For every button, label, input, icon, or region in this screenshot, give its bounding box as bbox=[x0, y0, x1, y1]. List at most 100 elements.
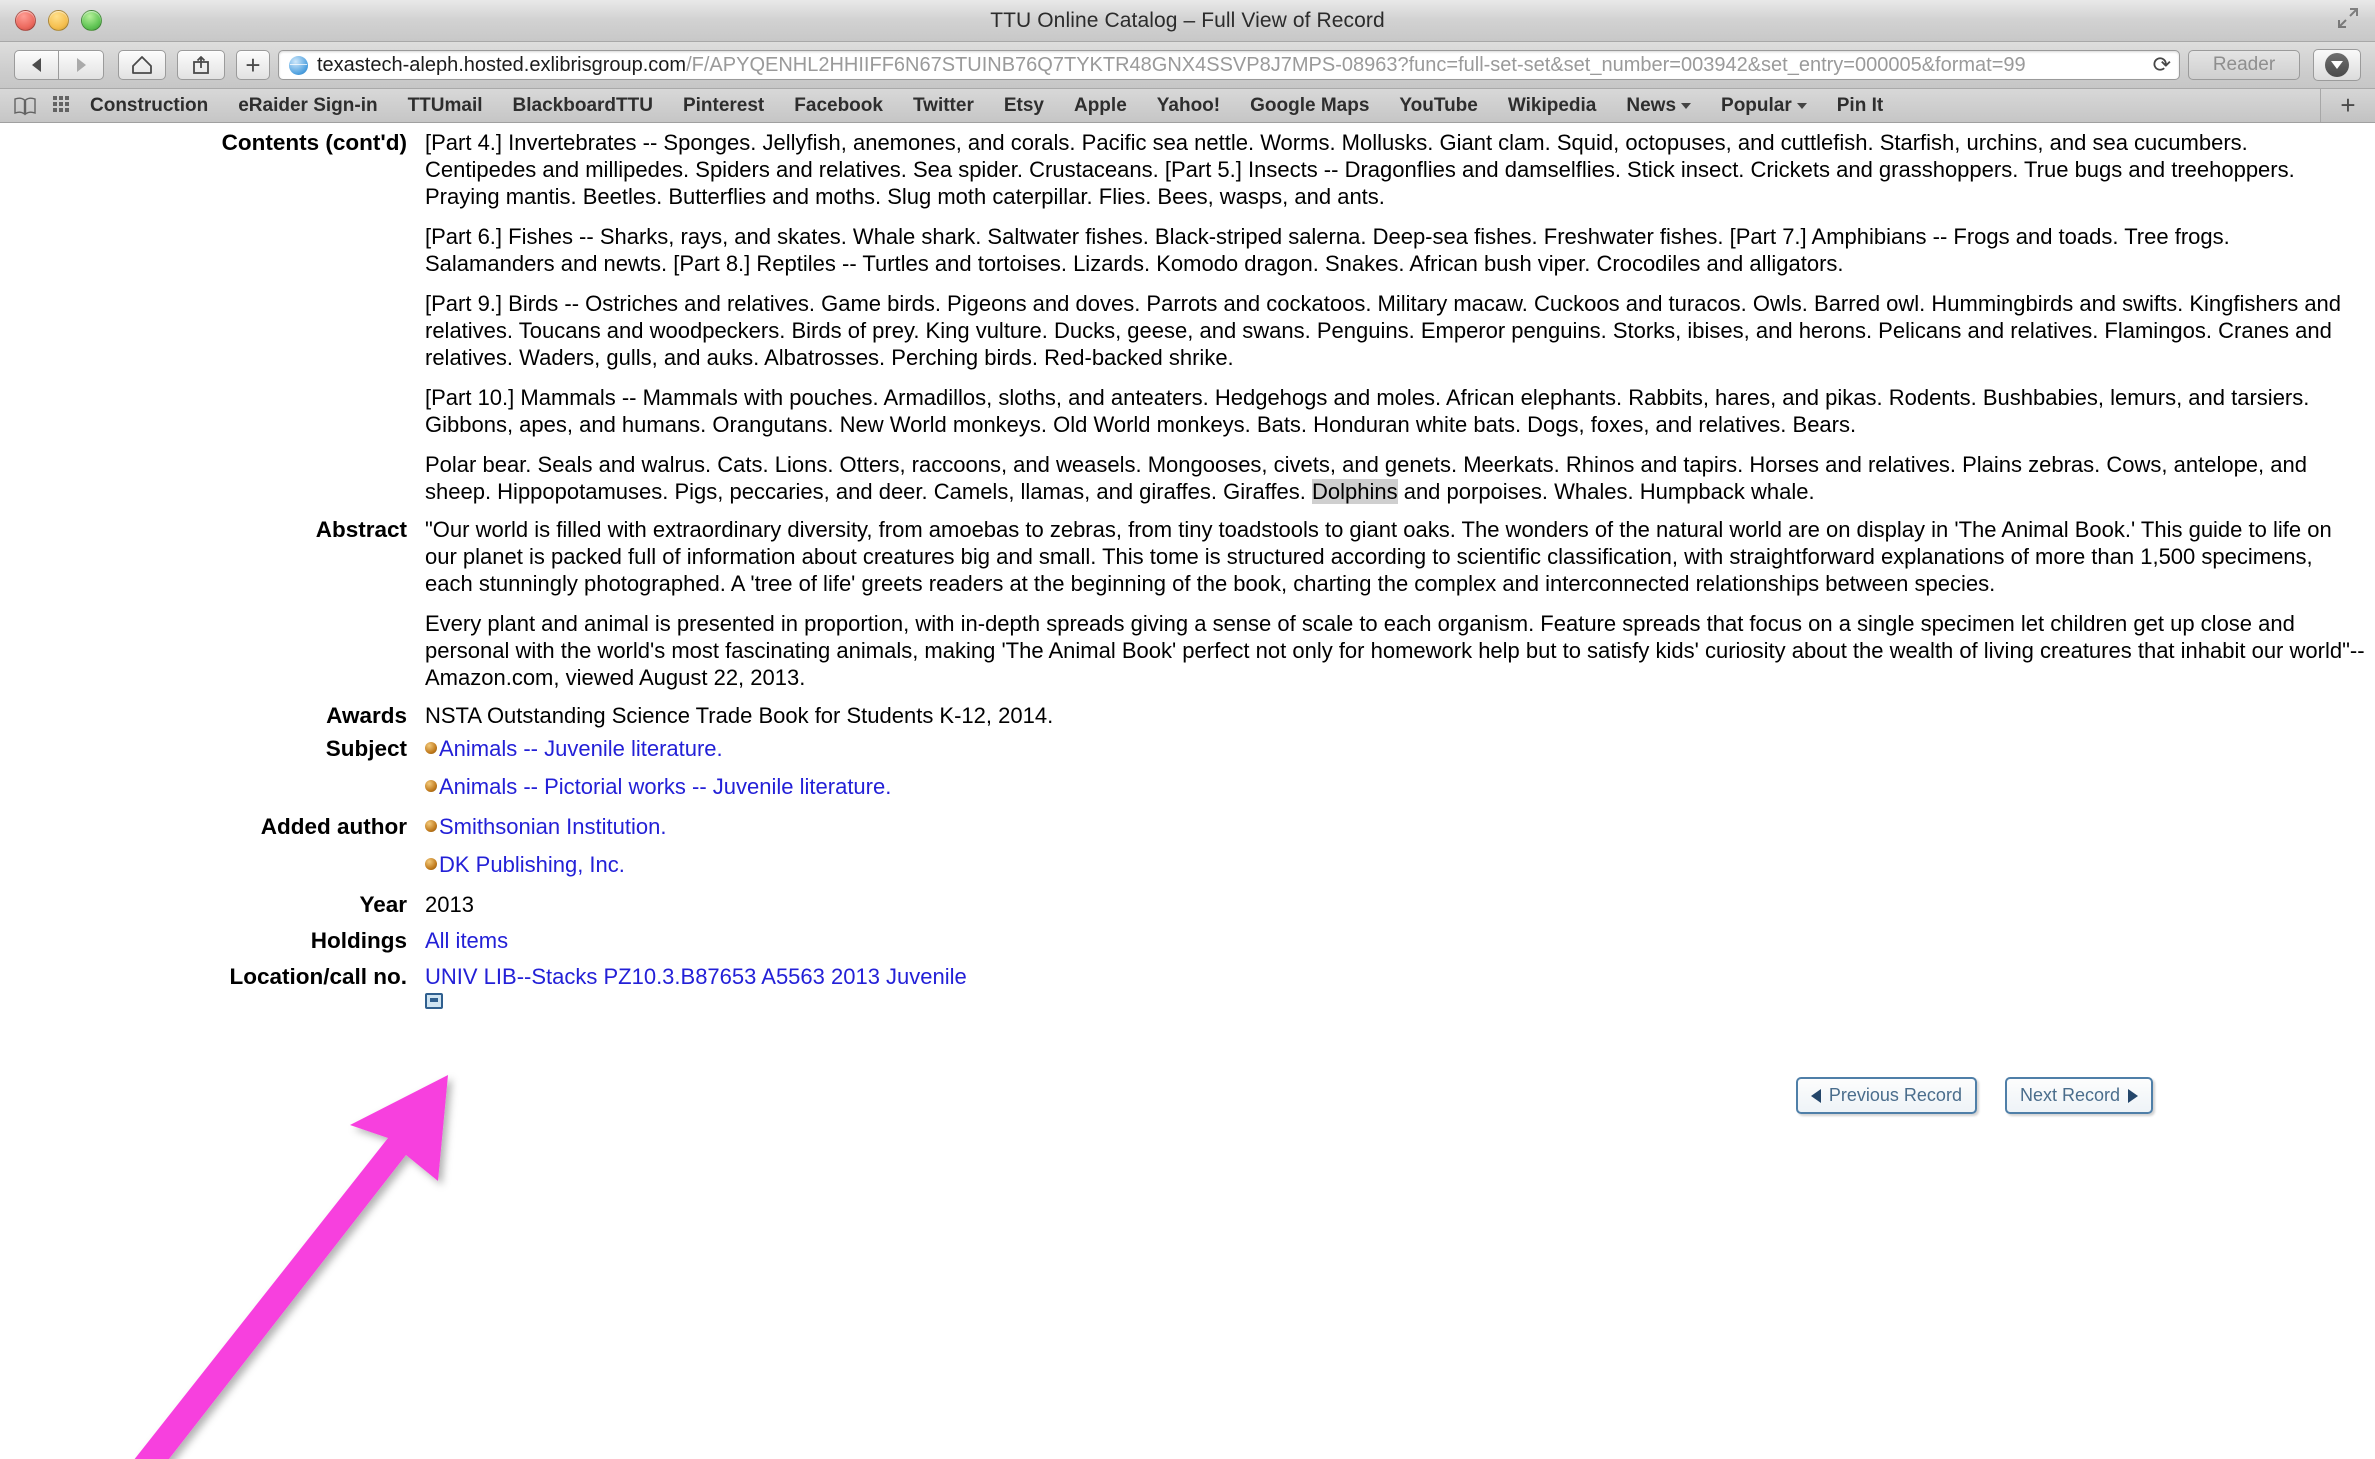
holdings-label: Holdings bbox=[310, 928, 407, 953]
bookmark-news[interactable]: News bbox=[1626, 94, 1692, 117]
share-icon bbox=[193, 56, 209, 74]
fullscreen-icon[interactable] bbox=[2337, 7, 2359, 29]
abstract-paragraph: Every plant and animal is presented in p… bbox=[425, 611, 2365, 690]
subject-link[interactable]: Animals -- Juvenile literature. bbox=[439, 735, 723, 762]
sidebar-toggle-button[interactable] bbox=[13, 96, 37, 116]
bookmark-blackboardttu[interactable]: BlackboardTTU bbox=[513, 95, 653, 117]
chevron-down-icon bbox=[1681, 102, 1692, 109]
triangle-left-icon bbox=[1810, 1088, 1821, 1103]
url-host: texastech-aleph.hosted.exlibrisgroup.com bbox=[317, 53, 687, 76]
book-sidebar-icon bbox=[14, 96, 36, 115]
holdings-value: All items bbox=[425, 927, 2375, 954]
contents-paragraph: [Part 4.] Invertebrates -- Sponges. Jell… bbox=[425, 130, 2295, 209]
bookmark-label: Twitter bbox=[912, 94, 974, 116]
bookmark-popular[interactable]: Popular bbox=[1721, 95, 1807, 117]
contents-value: [Part 4.] Invertebrates -- Sponges. Jell… bbox=[425, 129, 2375, 505]
highlighted-search-term: Dolphins bbox=[1311, 479, 1398, 504]
bookmark-label: YouTube bbox=[1399, 94, 1478, 116]
traffic-lights bbox=[0, 10, 102, 31]
bookmark-yahoo[interactable]: Yahoo! bbox=[1157, 95, 1220, 117]
contents-paragraph: [Part 6.] Fishes -- Sharks, rays, and sk… bbox=[425, 224, 2230, 276]
bullet-icon bbox=[425, 780, 437, 792]
bookmark-apple[interactable]: Apple bbox=[1074, 95, 1127, 117]
back-button[interactable] bbox=[14, 50, 59, 80]
contents-paragraph-final: Polar bear. Seals and walrus. Cats. Lion… bbox=[425, 451, 2365, 505]
added-author-item: DK Publishing, Inc. bbox=[425, 851, 2365, 878]
bookmark-label: Pinterest bbox=[682, 94, 765, 116]
forward-button[interactable] bbox=[59, 50, 104, 80]
reader-button[interactable]: Reader bbox=[2188, 50, 2300, 80]
item-detail-icon[interactable] bbox=[425, 993, 443, 1009]
holdings-link[interactable]: All items bbox=[425, 928, 508, 953]
downloads-button[interactable] bbox=[2313, 49, 2361, 81]
bookmark-google-maps[interactable]: Google Maps bbox=[1250, 95, 1369, 117]
added-author-link[interactable]: DK Publishing, Inc. bbox=[439, 851, 625, 878]
location-link[interactable]: UNIV LIB--Stacks PZ10.3.B87653 A5563 201… bbox=[425, 964, 967, 989]
bookmark-label: Popular bbox=[1721, 94, 1792, 116]
address-bar[interactable]: texastech-aleph.hosted.exlibrisgroup.com… bbox=[278, 50, 2180, 80]
subject-label: Subject bbox=[325, 736, 407, 761]
added-author-value: Smithsonian Institution. DK Publishing, … bbox=[425, 813, 2375, 889]
bookmark-construction[interactable]: Construction bbox=[90, 95, 208, 117]
bookmark-eraider-sign-in[interactable]: eRaider Sign-in bbox=[238, 95, 377, 117]
next-record-label: Next Record bbox=[2019, 1085, 2120, 1105]
bookmark-label: Yahoo! bbox=[1156, 94, 1221, 116]
chevron-right-icon bbox=[76, 58, 86, 72]
next-record-button[interactable]: Next Record bbox=[2004, 1077, 2153, 1114]
chevron-down-icon bbox=[1796, 102, 1807, 109]
nav-button-group bbox=[14, 50, 104, 80]
bookmark-ttumail[interactable]: TTUmail bbox=[408, 95, 483, 117]
location-label: Location/call no. bbox=[229, 964, 407, 989]
zoom-window-button[interactable] bbox=[81, 10, 102, 31]
contents-text-post: and porpoises. Whales. Humpback whale. bbox=[1397, 479, 1815, 504]
added-author-link[interactable]: Smithsonian Institution. bbox=[439, 813, 666, 840]
record-row-holdings: Holdings All items bbox=[0, 927, 2375, 954]
bookmark-wikipedia[interactable]: Wikipedia bbox=[1508, 95, 1597, 117]
record-row-subject: Subject Animals -- Juvenile literature. … bbox=[0, 735, 2375, 811]
abstract-label: Abstract bbox=[315, 517, 407, 542]
bookmark-label: BlackboardTTU bbox=[512, 94, 653, 116]
previous-record-label: Previous Record bbox=[1828, 1085, 1962, 1105]
bookmark-label: News bbox=[1626, 94, 1677, 116]
subject-item: Animals -- Pictorial works -- Juvenile l… bbox=[425, 773, 2365, 800]
bookmark-youtube[interactable]: YouTube bbox=[1399, 95, 1477, 117]
catalog-record-page: Contents (cont'd) [Part 4.] Invertebrate… bbox=[0, 123, 2375, 1459]
subject-link[interactable]: Animals -- Pictorial works -- Juvenile l… bbox=[439, 773, 891, 800]
bookmark-twitter[interactable]: Twitter bbox=[913, 95, 974, 117]
close-window-button[interactable] bbox=[15, 10, 36, 31]
record-table: Contents (cont'd) [Part 4.] Invertebrate… bbox=[0, 123, 2375, 1114]
home-icon bbox=[132, 56, 152, 74]
browser-toolbar: + texastech-aleph.hosted.exlibrisgroup.c… bbox=[0, 42, 2375, 89]
chevron-left-icon bbox=[32, 58, 41, 72]
bookmark-label: Apple bbox=[1073, 94, 1127, 116]
minimize-window-button[interactable] bbox=[48, 10, 69, 31]
bookmark-etsy[interactable]: Etsy bbox=[1004, 95, 1044, 117]
bookmark-facebook[interactable]: Facebook bbox=[794, 95, 883, 117]
top-sites-button[interactable] bbox=[53, 96, 74, 115]
previous-record-button[interactable]: Previous Record bbox=[1795, 1077, 1977, 1114]
window-titlebar: TTU Online Catalog – Full View of Record bbox=[0, 0, 2375, 42]
bullet-icon bbox=[425, 820, 437, 832]
bookmark-pinterest[interactable]: Pinterest bbox=[683, 95, 764, 117]
site-globe-icon bbox=[289, 55, 308, 75]
new-tab-button[interactable]: + bbox=[2320, 89, 2375, 122]
bookmark-label: Construction bbox=[90, 94, 209, 116]
record-navigation: Previous Record Next Record bbox=[0, 1077, 2375, 1114]
add-bookmark-button[interactable]: + bbox=[236, 50, 270, 80]
safari-browser-window: TTU Online Catalog – Full View of Record… bbox=[0, 0, 2375, 1459]
bullet-icon bbox=[425, 858, 437, 870]
home-button[interactable] bbox=[118, 50, 166, 80]
reload-icon[interactable]: ⟳ bbox=[2147, 54, 2171, 76]
record-row-location: Location/call no. UNIV LIB--Stacks PZ10.… bbox=[0, 963, 2375, 1009]
contents-paragraph: [Part 9.] Birds -- Ostriches and relativ… bbox=[425, 291, 2342, 370]
share-button[interactable] bbox=[177, 50, 225, 80]
awards-value: NSTA Outstanding Science Trade Book for … bbox=[425, 703, 1054, 728]
bookmark-label: Etsy bbox=[1003, 94, 1044, 116]
window-title: TTU Online Catalog – Full View of Record bbox=[990, 8, 1385, 32]
grid-icon bbox=[53, 96, 69, 112]
record-row-contents: Contents (cont'd) [Part 4.] Invertebrate… bbox=[0, 129, 2375, 505]
abstract-value: "Our world is filled with extraordinary … bbox=[425, 516, 2375, 691]
subject-value: Animals -- Juvenile literature. Animals … bbox=[425, 735, 2375, 811]
bookmark-pin-it[interactable]: Pin It bbox=[1837, 95, 1883, 117]
bookmark-label: Pin It bbox=[1836, 94, 1884, 116]
